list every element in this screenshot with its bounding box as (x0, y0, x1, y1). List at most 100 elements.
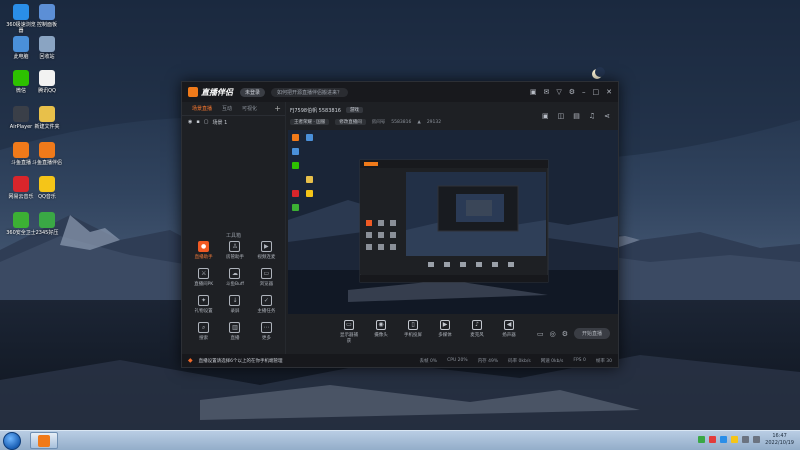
tool-label: 直播 (230, 336, 240, 341)
stat-item: CPU 20% (447, 357, 468, 363)
record-icon[interactable]: ▣ (542, 112, 549, 120)
bell-icon[interactable]: ♫ (589, 112, 595, 120)
taskbar: 16:47 2022/10/19 (0, 430, 800, 450)
tool-item[interactable]: ✦ 礼物设置 (188, 295, 219, 314)
tray-icon[interactable] (731, 436, 738, 443)
start-live-button[interactable]: 开始直播 (573, 328, 610, 339)
wechat-icon (13, 70, 29, 86)
tool-label: 录屏 (230, 309, 240, 314)
source-button[interactable]: ▭ 显示器捕获 (338, 320, 360, 344)
source-button[interactable]: ▯ 手机投屏 (402, 320, 424, 338)
browser-360-icon (13, 4, 29, 20)
screenshot-icon[interactable]: ◫ (558, 112, 565, 120)
tool-label: 浏览器 (259, 282, 274, 287)
tool-item[interactable]: ▭ 浏览器 (251, 268, 282, 287)
tool-item[interactable]: ♙ 房管助手 (219, 241, 250, 260)
settings-icon[interactable]: ⚙ (569, 88, 575, 96)
skin-icon[interactable]: ▣ (530, 88, 537, 96)
control-panel-icon (39, 4, 55, 20)
room-title[interactable]: FJ7598伯帆 5583816 (290, 107, 341, 114)
filter-icon[interactable]: ▽ (556, 88, 561, 96)
close-button[interactable]: ✕ (606, 88, 612, 96)
desktop-icon[interactable]: 新建文件夹 (30, 106, 64, 130)
tray-icon[interactable] (742, 436, 749, 443)
share-icon[interactable]: ⋖ (604, 112, 610, 120)
clock[interactable]: 16:47 2022/10/19 (765, 433, 794, 447)
tray-icon[interactable] (698, 436, 705, 443)
tool-item[interactable]: ☁ 斗鱼Buff (219, 268, 250, 287)
media-icon: ▶ (440, 320, 450, 330)
tool-label: 斗鱼Buff (225, 282, 245, 287)
mail-icon[interactable]: ✉ (543, 88, 549, 96)
desktop-icon[interactable]: 控制面板 (30, 4, 64, 28)
speaker-icon: ◀ (504, 320, 514, 330)
stat-item: 内存 49% (477, 358, 499, 364)
tool-label: 直播间PK (194, 282, 214, 287)
tab-interaction[interactable]: 互动 (222, 105, 232, 112)
tool-item[interactable]: ● 直播助手 (188, 241, 219, 260)
source-label: 多媒体 (438, 333, 452, 338)
add-scene-icon[interactable]: + (274, 104, 281, 113)
tool-item[interactable]: ▥ 直播 (219, 322, 250, 341)
gift-icon: ✦ (198, 295, 210, 306)
stream-preview[interactable] (288, 130, 618, 314)
maximize-button[interactable]: □ (593, 88, 600, 96)
desktop-icon[interactable]: 斗鱼直播伴侣 (30, 142, 64, 166)
desktop-icon-label: 2345好压 (35, 230, 59, 236)
source-button[interactable]: ◉ 摄像头 (370, 320, 392, 338)
desktop-icon[interactable]: 腾讯QQ (30, 70, 64, 94)
tab-visual[interactable]: 可视化 (242, 105, 257, 112)
status-tip[interactable]: 直播设置请选择6个以上的在你手机端管理 (199, 358, 283, 364)
lock-icon[interactable]: ▪ (196, 119, 199, 125)
taskbar-app-live-companion[interactable] (30, 432, 58, 449)
header-actions: ▣ ◫ ▤ ♫ ⋖ (542, 112, 610, 120)
source-button[interactable]: ♪ 麦克风 (466, 320, 488, 338)
notice-banner[interactable]: 如何把开源直播伴侣搬进来？ (271, 87, 349, 97)
tray-icon[interactable] (753, 436, 760, 443)
category-selector[interactable]: 王者荣耀 · 国服 (290, 119, 330, 125)
login-badge[interactable]: 未登录 (240, 87, 266, 97)
start-button[interactable] (3, 432, 21, 450)
source-button[interactable]: ◀ 扬声器 (498, 320, 520, 338)
tool-label: 视频连麦 (257, 255, 276, 260)
modify-room-button[interactable]: 修改直播间 (335, 119, 366, 125)
scene-item[interactable]: ◉ ▪ ▢ 场景 1 (182, 116, 285, 128)
desktop-icon-label: 腾讯QQ (38, 88, 56, 94)
stat-item: 码率 0kb/s (508, 358, 531, 364)
douyu-app-icon (38, 435, 50, 447)
tool-item[interactable]: ▶ 视频连麦 (251, 241, 282, 260)
performance-stats: 丢帧 0% CPU 20% 内存 49% 码率 0kb/s 网速 0kb/s FPS 0 帧… (420, 358, 612, 364)
tool-item[interactable]: ✓ 主播任务 (251, 295, 282, 314)
download-icon: ↓ (229, 295, 241, 306)
task-icon: ✓ (260, 295, 272, 306)
douyu-icon (13, 142, 29, 158)
camera-record-icon[interactable]: ▭ (537, 330, 544, 338)
tool-item[interactable]: ⌕ 搜索 (188, 322, 219, 341)
scene-name: 场景 1 (212, 119, 228, 126)
more-icon: ⋯ (260, 322, 272, 333)
phone-cast-icon: ▯ (408, 320, 418, 330)
visible-eye-icon[interactable]: ◉ (188, 119, 192, 125)
calendar-icon[interactable]: ▤ (573, 112, 580, 120)
title-bar[interactable]: 直播伴侣 未登录 如何把开源直播伴侣搬进来？ ▣ ✉ ▽ ⚙ – □ ✕ (182, 82, 618, 102)
minimize-button[interactable]: – (582, 88, 586, 96)
room-tag[interactable]: 游戏 (345, 107, 363, 113)
status-bar: ◆ 直播设置请选择6个以上的在你手机端管理 丢帧 0% CPU 20% 内存 49%… (182, 354, 618, 367)
stat-item: 网速 0kb/s (540, 358, 564, 364)
tray-icon[interactable] (720, 436, 727, 443)
tool-label: 搜索 (199, 336, 209, 341)
tab-scene[interactable]: 场景直播 (192, 105, 212, 112)
source-button[interactable]: ▶ 多媒体 (434, 320, 456, 338)
tool-item[interactable]: ⋯ 更多 (251, 322, 282, 341)
clock-date: 2022/10/19 (765, 440, 794, 446)
desktop-icon[interactable]: QQ音乐 (30, 176, 64, 200)
desktop-icon[interactable]: 回收站 (30, 36, 64, 60)
tray-icon[interactable] (709, 436, 716, 443)
eye-icon[interactable]: ◎ (550, 330, 556, 338)
airplayer-icon (13, 106, 29, 122)
tool-item[interactable]: ↓ 录屏 (219, 295, 250, 314)
app-title: 直播伴侣 (201, 87, 233, 97)
tool-item[interactable]: ⚔ 直播间PK (188, 268, 219, 287)
desktop-icon[interactable]: 2345好压 (30, 212, 64, 236)
gear-icon[interactable]: ⚙ (562, 330, 568, 338)
